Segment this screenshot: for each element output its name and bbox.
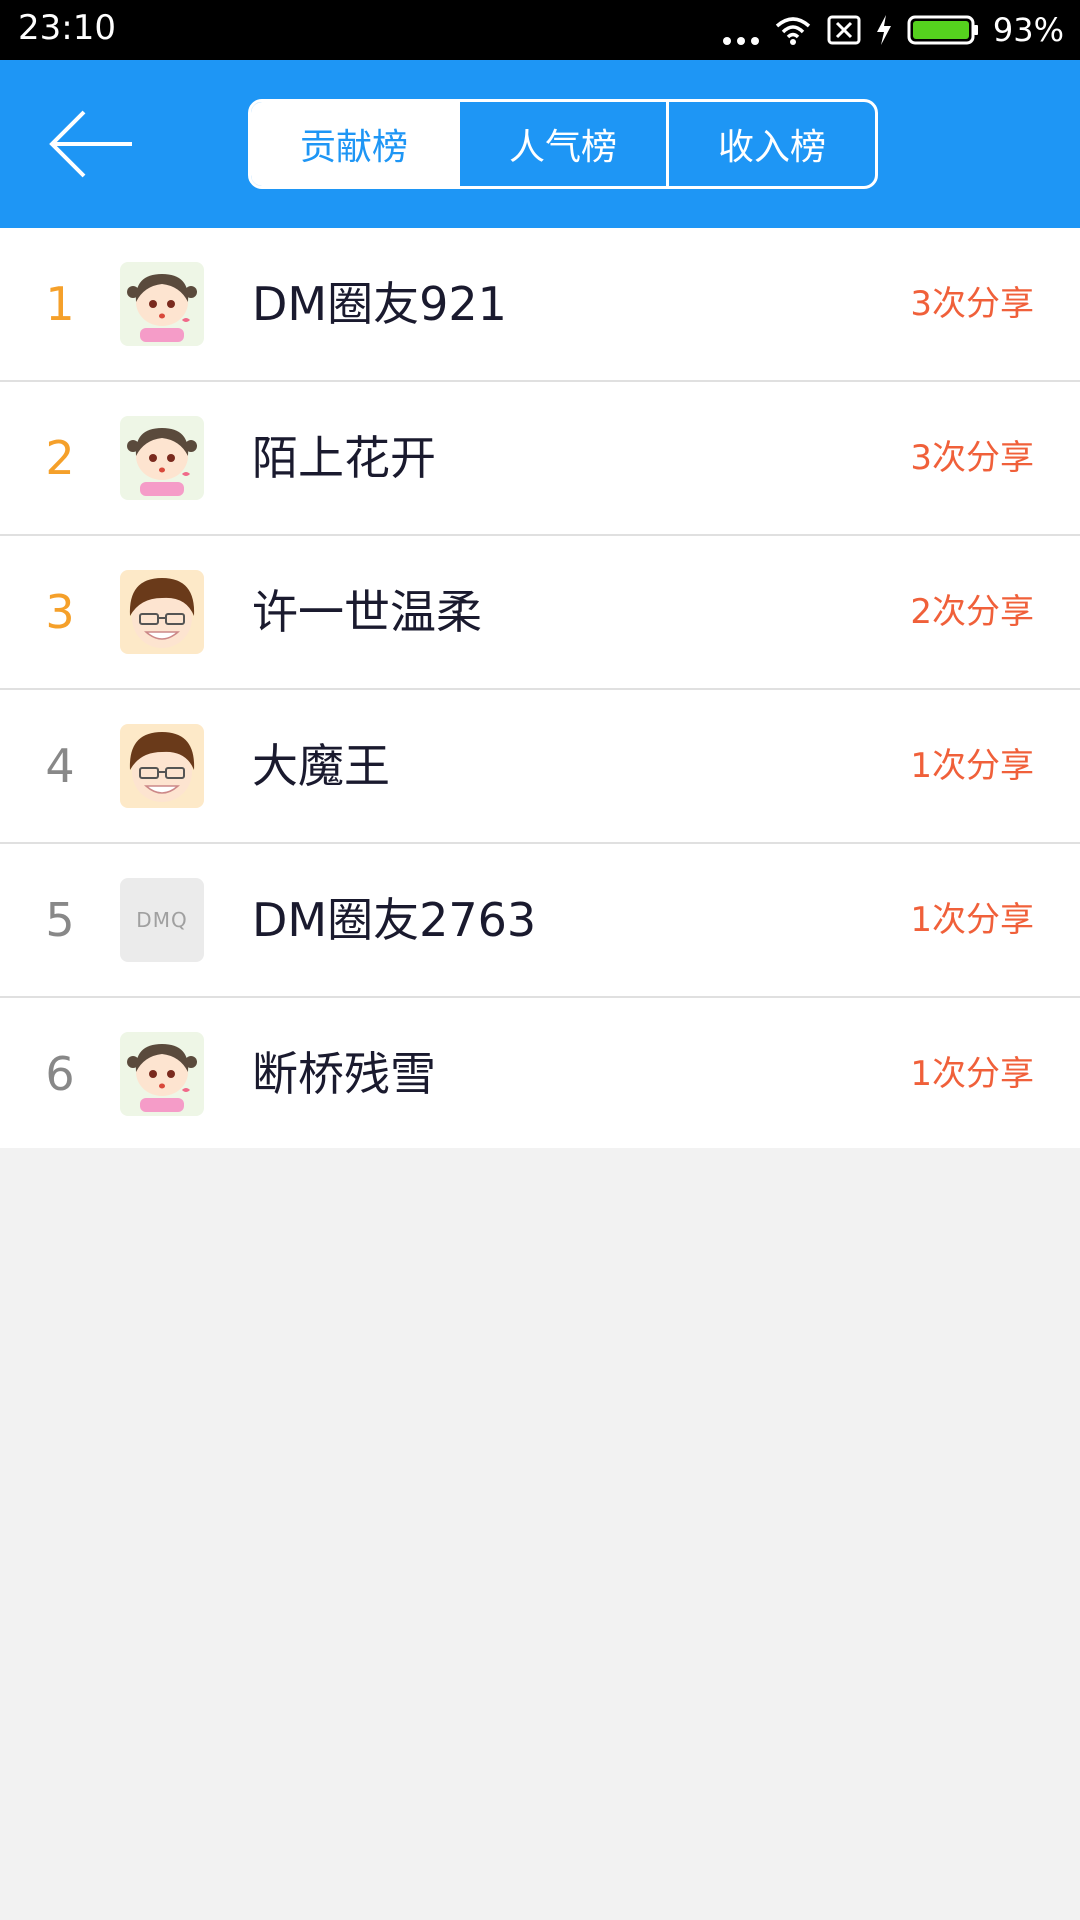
share-count: 3次分享 [910,438,1034,478]
status-time: 23:10 [18,8,116,48]
boy-glasses-avatar-icon [120,570,204,654]
more-dots-icon [722,15,759,45]
rank-number: 1 [45,277,75,331]
dmq-avatar-text: DMQ [120,878,204,962]
share-count: 3次分享 [910,284,1034,324]
boy-glasses-avatar-icon [120,724,204,808]
rank-number: 6 [45,1047,75,1101]
girl-avatar-icon [120,262,204,346]
user-name: DM圈友2763 [252,893,537,947]
list-item[interactable]: 1 DM圈友921 3次分享 [0,228,1080,382]
rank-number: 3 [45,585,75,639]
rank-number: 2 [45,431,75,485]
ranking-tabs: 贡献榜 人气榜 收入榜 [248,99,878,189]
header-bar: 贡献榜 人气榜 收入榜 [0,60,1080,228]
battery-percent: 93% [992,11,1064,49]
no-sim-icon [827,15,861,45]
status-bar: 23:10 93% [0,0,1080,60]
status-icons: 93% [722,0,1064,60]
ranking-list: 1 DM圈友921 3次分享 2 陌上花开 3次分享 3 许一世温柔 2次分享 … [0,228,1080,1148]
list-item[interactable]: 4 大魔王 1次分享 [0,690,1080,844]
rank-number: 4 [45,739,75,793]
share-count: 2次分享 [910,592,1034,632]
share-count: 1次分享 [910,1054,1034,1094]
rank-number: 5 [45,893,75,947]
wifi-icon [775,17,811,45]
list-item[interactable]: 5 DMQ DM圈友2763 1次分享 [0,844,1080,998]
tab-popularity[interactable]: 人气榜 [457,102,666,186]
charging-icon [876,15,891,45]
back-button[interactable] [46,106,136,182]
user-name: 断桥残雪 [252,1047,436,1101]
list-item[interactable]: 6 断桥残雪 1次分享 [0,998,1080,1148]
list-item[interactable]: 3 许一世温柔 2次分享 [0,536,1080,690]
back-arrow-icon [49,110,132,178]
user-name: 大魔王 [252,739,390,793]
dmq-default-avatar: DMQ [120,878,204,962]
user-name: 陌上花开 [252,431,436,485]
list-item[interactable]: 2 陌上花开 3次分享 [0,382,1080,536]
tab-income[interactable]: 收入榜 [666,102,875,186]
user-name: 许一世温柔 [252,585,482,639]
girl-avatar-icon [120,416,204,500]
tab-contribution[interactable]: 贡献榜 [251,102,457,186]
girl-avatar-icon [120,1032,204,1116]
share-count: 1次分享 [910,900,1034,940]
share-count: 1次分享 [910,746,1034,786]
user-name: DM圈友921 [252,277,507,331]
battery-icon [907,15,978,45]
